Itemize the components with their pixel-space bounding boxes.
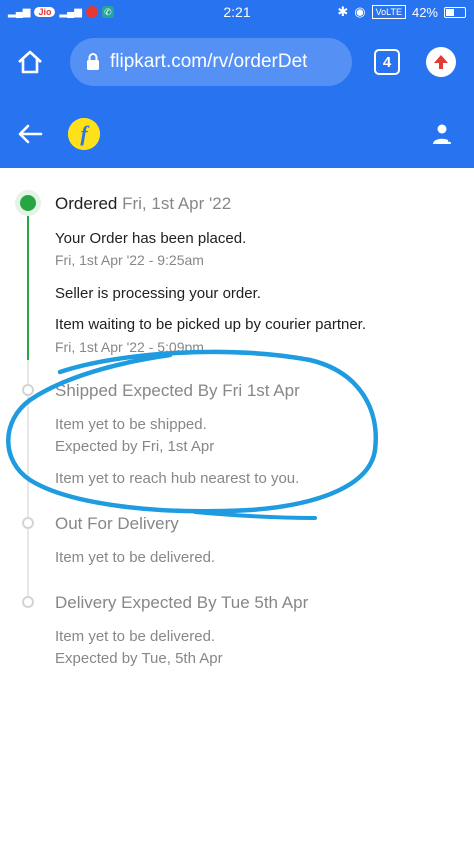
status-bar: ▂▄▆ Jio ▂▄▆ ✆ 2:21 ✱ ◉ VoLTE 42%: [0, 0, 474, 24]
signal-icon: ▂▄▆: [8, 6, 31, 18]
ordered-date: Fri, 1st Apr '22: [122, 194, 232, 213]
app-header: f: [0, 100, 474, 168]
back-arrow-icon: [18, 124, 43, 144]
tab-switcher-button[interactable]: 4: [374, 49, 400, 75]
step-dot-delivery: [22, 596, 34, 608]
event-text: Expected by Tue, 5th Apr: [55, 650, 223, 667]
step-dot-shipped: [22, 384, 34, 396]
phone-icon: ✆: [101, 6, 114, 18]
step-dot-out-for-delivery: [22, 517, 34, 529]
url-bar[interactable]: flipkart.com/rv/orderDet: [70, 38, 352, 86]
progress-line-pending: [27, 360, 29, 604]
step-out-for-delivery-title: Out For Delivery: [55, 514, 179, 533]
event-text: Item yet to reach hub nearest to you.: [55, 470, 300, 487]
battery-icon: [444, 6, 466, 18]
step-dot-ordered: [20, 195, 36, 211]
step-ordered-title: Ordered Fri, 1st Apr '22: [55, 194, 231, 214]
account-icon: [433, 124, 455, 144]
home-button[interactable]: [10, 42, 50, 82]
event-text: Item yet to be delivered.: [55, 549, 216, 566]
status-right: ✱ ◉ VoLTE 42%: [337, 4, 466, 20]
url-text: flipkart.com/rv/orderDet: [110, 51, 308, 72]
flipkart-logo-icon[interactable]: f: [68, 118, 100, 150]
ordered-label: Ordered: [55, 194, 118, 213]
event-text: Item waiting to be picked up by courier …: [55, 316, 367, 333]
bluetooth-icon: ✱: [337, 4, 349, 19]
step-delivery-title: Delivery Expected By Tue 5th Apr: [55, 593, 309, 612]
event-text: Seller is processing your order.: [55, 285, 261, 302]
event-text: Item yet to be shipped.: [55, 416, 207, 433]
carrier-label: Jio: [34, 7, 56, 17]
progress-line-complete: [27, 203, 29, 360]
event-text: Expected by Fri, 1st Apr: [55, 438, 215, 455]
upload-button[interactable]: [426, 47, 456, 77]
event-time: Fri, 1st Apr '22 - 9:25am: [55, 252, 204, 268]
volte-badge: VoLTE: [371, 5, 406, 19]
browser-toolbar: flipkart.com/rv/orderDet 4: [0, 24, 474, 100]
signal-icon-2: ▂▄▆: [59, 6, 82, 18]
step-shipped-title: Shipped Expected By Fri 1st Apr: [55, 381, 300, 400]
vodafone-icon: [85, 6, 98, 18]
event-text: Your Order has been placed.: [55, 230, 247, 247]
status-left: ▂▄▆ Jio ▂▄▆ ✆: [8, 6, 114, 18]
battery-percent: 42%: [411, 4, 438, 20]
event-time: Fri, 1st Apr '22 - 5:09pm: [55, 339, 204, 355]
eye-icon: ◉: [354, 4, 366, 19]
upload-icon: [434, 55, 448, 69]
event-text: Item yet to be delivered.: [55, 628, 216, 645]
home-icon: [18, 50, 42, 74]
account-button[interactable]: [428, 118, 460, 150]
back-button[interactable]: [14, 118, 46, 150]
lock-icon: [82, 52, 104, 72]
